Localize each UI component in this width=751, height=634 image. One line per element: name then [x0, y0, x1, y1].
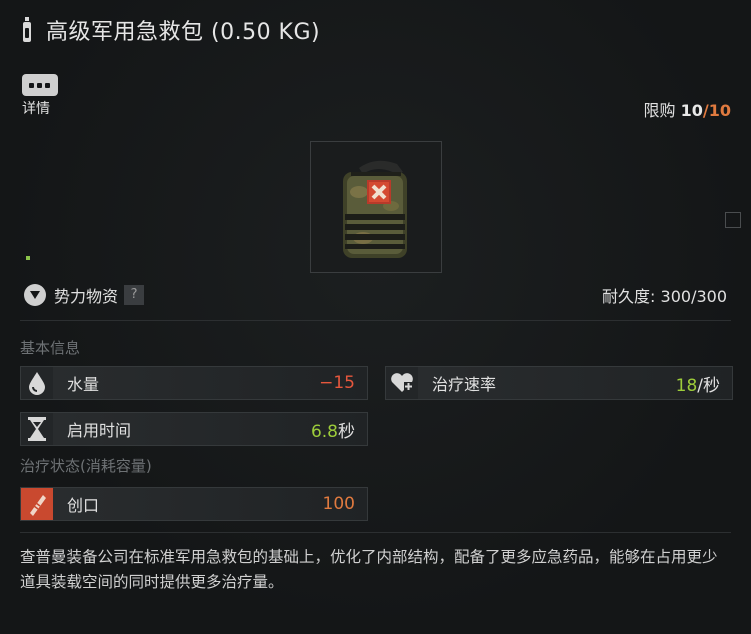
stat-water-value: −15 — [319, 373, 355, 393]
purchase-limit-label: 限购 — [643, 101, 681, 120]
stat-wound-label: 创口 — [67, 496, 100, 515]
stat-heal-rate-value-wrap: 18/秒 — [676, 371, 720, 396]
hourglass-icon — [21, 413, 53, 445]
section-title-treatment: 治疗状态(消耗容量) — [20, 457, 152, 475]
purchase-limit-max: 10 — [708, 101, 731, 120]
details-label: 详情 — [22, 101, 50, 117]
first-aid-kit-icon — [343, 160, 407, 258]
stat-heal-rate-value: 18 — [675, 375, 698, 396]
stat-use-time: 启用时间 6.8秒 — [20, 412, 368, 446]
resize-corner-icon[interactable] — [725, 212, 741, 228]
water-drop-icon — [21, 367, 53, 399]
faction-icon — [24, 284, 46, 306]
stat-heal-rate: 治疗速率 18/秒 — [385, 366, 733, 400]
help-button[interactable]: ? — [124, 285, 145, 305]
bottle-icon — [22, 17, 32, 43]
stat-heal-rate-unit: /秒 — [697, 375, 720, 396]
faction-label: 势力物资 — [54, 287, 119, 306]
ellipsis-icon — [22, 74, 58, 96]
stat-use-time-label: 启用时间 — [67, 421, 132, 440]
durability-value: 耐久度: 300/300 — [602, 287, 727, 306]
divider — [20, 320, 731, 321]
stat-water-label: 水量 — [67, 375, 100, 394]
purchase-limit: 限购 10/10 — [644, 97, 731, 121]
item-detail-panel: 高级军用急救包 (0.50 KG) 详情 限购 10/10 势力物资 ? 耐久度… — [0, 0, 751, 634]
section-title-basic: 基本信息 — [20, 339, 81, 357]
stat-use-time-value: 6.8 — [310, 421, 338, 442]
faction-row: 势力物资 ? — [24, 283, 145, 307]
item-image[interactable] — [310, 141, 442, 273]
stat-water: 水量 −15 — [20, 366, 368, 400]
purchase-limit-current: 10 — [680, 101, 703, 120]
details-button[interactable]: 详情 — [22, 74, 62, 120]
divider — [20, 532, 731, 533]
heart-plus-icon — [386, 367, 418, 399]
bandage-icon — [21, 488, 53, 520]
item-title: 高级军用急救包 (0.50 KG) — [46, 20, 321, 45]
title-row: 高级军用急救包 (0.50 KG) — [22, 14, 320, 46]
status-indicator-dot — [26, 256, 30, 260]
stat-wound-value: 100 — [322, 494, 355, 514]
item-description: 查普曼装备公司在标准军用急救包的基础上，优化了内部结构，配备了更多应急药品，能够… — [20, 548, 718, 591]
stat-wound: 创口 100 — [20, 487, 368, 521]
stat-heal-rate-label: 治疗速率 — [432, 375, 497, 394]
stat-use-time-unit: 秒 — [338, 421, 355, 442]
stat-use-time-value-wrap: 6.8秒 — [311, 417, 355, 442]
